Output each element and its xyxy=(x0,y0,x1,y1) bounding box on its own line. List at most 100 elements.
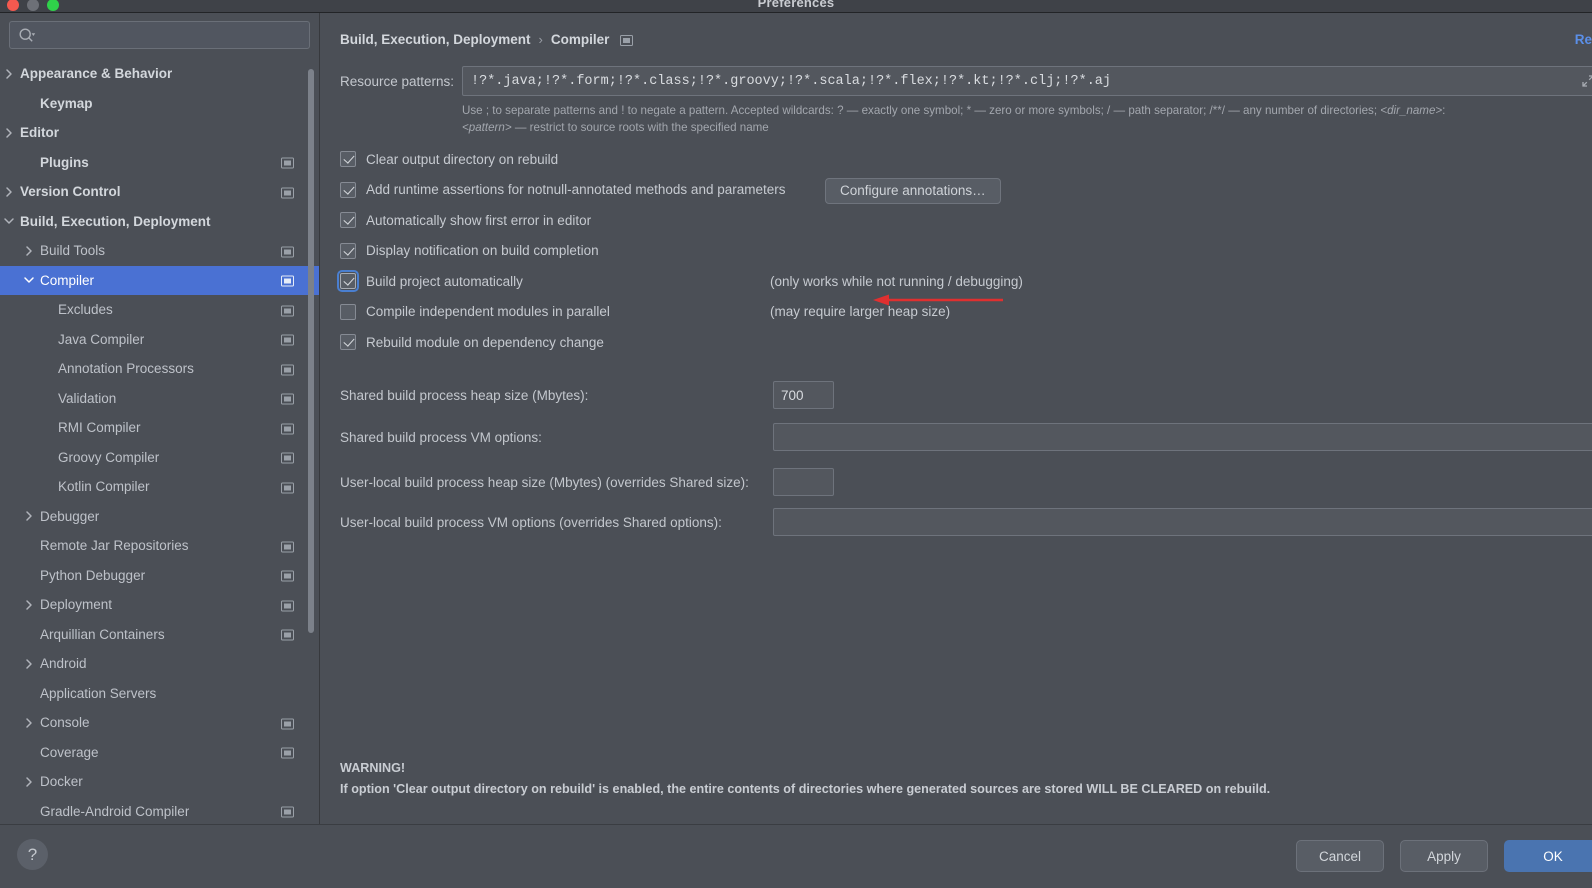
checkbox-label[interactable]: Display notification on build completion xyxy=(366,243,599,258)
field-input-wrap[interactable] xyxy=(773,508,1592,536)
monitor-icon xyxy=(281,806,294,818)
sidebar-item-excludes[interactable]: Excludes xyxy=(0,295,319,325)
checkbox-build-project-automatically[interactable] xyxy=(337,270,359,293)
checkbox-label[interactable]: Clear output directory on rebuild xyxy=(366,152,558,167)
sidebar-item-coverage[interactable]: Coverage xyxy=(0,738,319,768)
field-row-shared-build-process-vm-options: Shared build process VM options: xyxy=(340,423,1592,451)
cancel-button[interactable]: Cancel xyxy=(1296,840,1384,872)
chevron-right-icon[interactable] xyxy=(22,509,36,523)
field-input[interactable] xyxy=(774,382,833,408)
chevron-right-icon[interactable] xyxy=(2,126,16,140)
sidebar-item-docker[interactable]: Docker xyxy=(0,767,319,797)
checkbox-display-notification-on-build-completion[interactable] xyxy=(340,242,356,259)
search-input[interactable] xyxy=(40,22,303,48)
field-input-wrap[interactable] xyxy=(773,468,834,496)
sidebar-item-plugins[interactable]: Plugins xyxy=(0,148,319,178)
warning-title: WARNING! xyxy=(340,761,406,775)
sidebar-item-validation[interactable]: Validation xyxy=(0,384,319,414)
sidebar-item-annotation-processors[interactable]: Annotation Processors xyxy=(0,354,319,384)
checkbox-automatically-show-first-error-in-editor[interactable] xyxy=(340,212,356,229)
checkbox-label[interactable]: Compile independent modules in parallel xyxy=(366,304,610,319)
checkbox-label[interactable]: Build project automatically xyxy=(366,274,523,289)
sidebar-item-version-control[interactable]: Version Control xyxy=(0,177,319,207)
chevron-right-icon[interactable] xyxy=(22,598,36,612)
chevron-right-icon[interactable] xyxy=(2,185,16,199)
help-line-1: Use ; to separate patterns and ! to nega… xyxy=(462,104,1381,117)
sidebar-item-debugger[interactable]: Debugger xyxy=(0,502,319,532)
field-input[interactable] xyxy=(774,509,1592,535)
sidebar-item-arquillian-containers[interactable]: Arquillian Containers xyxy=(0,620,319,650)
sidebar-item-java-compiler[interactable]: Java Compiler xyxy=(0,325,319,355)
help-button[interactable]: ? xyxy=(17,839,48,870)
window-title: Preferences xyxy=(757,0,835,10)
sidebar-item-kotlin-compiler[interactable]: Kotlin Compiler xyxy=(0,472,319,502)
sidebar-item-label: Groovy Compiler xyxy=(58,449,160,465)
sidebar-item-groovy-compiler[interactable]: Groovy Compiler xyxy=(0,443,319,473)
sidebar-item-appearance-behavior[interactable]: Appearance & Behavior xyxy=(0,59,319,89)
sidebar-item-compiler[interactable]: Compiler xyxy=(0,265,319,295)
chevron-right-icon[interactable] xyxy=(22,716,36,730)
chevron-down-icon[interactable] xyxy=(22,273,36,287)
checkbox-row-clear-output-directory-on-rebuild: Clear output directory on rebuild xyxy=(340,144,1580,175)
settings-tree[interactable]: Appearance & Behavior Keymap Editor Plugins… xyxy=(0,59,319,837)
sidebar-item-deployment[interactable]: Deployment xyxy=(0,590,319,620)
breadcrumb-root[interactable]: Build, Execution, Deployment xyxy=(340,32,531,47)
sidebar-item-python-debugger[interactable]: Python Debugger xyxy=(0,561,319,591)
sidebar-item-label: Deployment xyxy=(40,597,113,613)
checkbox-add-runtime-assertions-for-notnull-annotated-methods-and-parameters[interactable] xyxy=(340,181,356,198)
reset-link[interactable]: Re xyxy=(1575,32,1592,47)
field-input[interactable] xyxy=(774,424,1592,450)
checkbox-label[interactable]: Rebuild module on dependency change xyxy=(366,335,604,350)
sidebar-item-rmi-compiler[interactable]: RMI Compiler xyxy=(0,413,319,443)
sidebar-item-label: Excludes xyxy=(58,302,113,318)
checkbox-label[interactable]: Add runtime assertions for notnull-annot… xyxy=(366,182,786,197)
sidebar-item-label: Debugger xyxy=(40,508,100,524)
checkbox-compile-independent-modules-in-parallel[interactable] xyxy=(340,303,356,320)
sidebar-item-label: Build Tools xyxy=(40,243,106,259)
sidebar-item-keymap[interactable]: Keymap xyxy=(0,89,319,119)
chevron-right-icon[interactable] xyxy=(22,775,36,789)
sidebar-item-gradle-android-compiler[interactable]: Gradle-Android Compiler xyxy=(0,797,319,827)
sidebar-item-label: Compiler xyxy=(40,272,95,288)
resource-patterns-input[interactable] xyxy=(471,67,1551,95)
breadcrumb-leaf: Compiler xyxy=(550,32,610,47)
monitor-icon xyxy=(281,629,294,641)
sidebar-item-android[interactable]: Android xyxy=(0,649,319,679)
breadcrumb-separator: › xyxy=(538,32,543,47)
field-input-wrap[interactable] xyxy=(773,381,834,409)
sidebar-item-remote-jar-repositories[interactable]: Remote Jar Repositories xyxy=(0,531,319,561)
monitor-icon xyxy=(281,304,294,317)
warning-message: WARNING! If option 'Clear output directo… xyxy=(340,758,1270,800)
checkbox-label[interactable]: Automatically show first error in editor xyxy=(366,213,591,228)
sidebar-item-label: Coverage xyxy=(40,744,99,760)
apply-button[interactable]: Apply xyxy=(1400,840,1488,872)
field-input[interactable] xyxy=(774,469,833,495)
sidebar-scrollbar[interactable] xyxy=(308,69,314,633)
chevron-right-icon[interactable] xyxy=(22,657,36,671)
sidebar-item-label: Java Compiler xyxy=(58,331,145,347)
expand-icon[interactable] xyxy=(1581,74,1592,88)
sidebar-item-label: Application Servers xyxy=(40,685,157,701)
monitor-icon xyxy=(281,717,294,730)
sidebar-item-editor[interactable]: Editor xyxy=(0,118,319,148)
sidebar-item-build-execution-deployment[interactable]: Build, Execution, Deployment xyxy=(0,207,319,237)
checkbox-clear-output-directory-on-rebuild[interactable] xyxy=(340,151,356,168)
resource-patterns-field[interactable] xyxy=(462,66,1592,96)
dialog-footer: ? Cancel Apply OK xyxy=(0,824,1592,888)
chevron-down-icon[interactable] xyxy=(2,214,16,228)
chevron-right-icon[interactable] xyxy=(2,67,16,81)
field-input-wrap[interactable] xyxy=(773,423,1592,451)
field-label: User-local build process heap size (Mbyt… xyxy=(340,475,749,490)
checkbox-rebuild-module-on-dependency-change[interactable] xyxy=(340,334,356,351)
sidebar-item-console[interactable]: Console xyxy=(0,708,319,738)
configure-annotations-button[interactable]: Configure annotations… xyxy=(825,177,1001,204)
ok-button[interactable]: OK xyxy=(1504,840,1592,872)
chevron-right-icon[interactable] xyxy=(22,244,36,258)
search-box[interactable] xyxy=(9,21,310,49)
sidebar-item-build-tools[interactable]: Build Tools xyxy=(0,236,319,266)
sidebar-item-label: Docker xyxy=(40,774,83,790)
sidebar-item-application-servers[interactable]: Application Servers xyxy=(0,679,319,709)
